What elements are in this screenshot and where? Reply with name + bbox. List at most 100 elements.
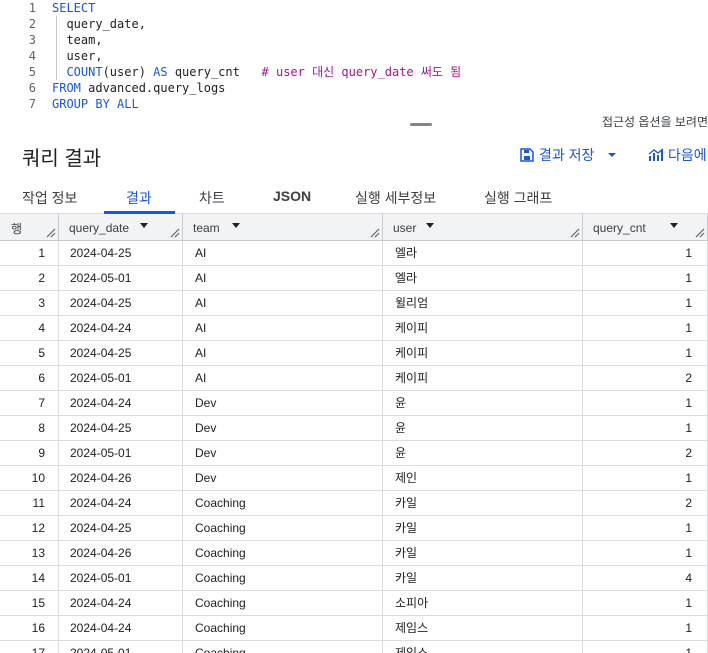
row-number-cell[interactable]: 17 — [0, 641, 59, 653]
table-row[interactable]: 9 2024-05-01 Dev 윤 2 — [0, 441, 708, 466]
team-cell[interactable]: Coaching — [183, 516, 383, 541]
resize-handle-icon[interactable] — [170, 228, 180, 238]
row-number-cell[interactable]: 8 — [0, 416, 59, 441]
resize-handle-icon[interactable] — [370, 228, 380, 238]
table-row[interactable]: 5 2024-04-25 AI 케이피 1 — [0, 341, 708, 366]
row-number-cell[interactable]: 12 — [0, 516, 59, 541]
query-date-cell[interactable]: 2024-05-01 — [59, 441, 183, 466]
query-date-cell[interactable]: 2024-04-25 — [59, 516, 183, 541]
panel-resize-handle[interactable] — [410, 123, 432, 126]
row-number-cell[interactable]: 7 — [0, 391, 59, 416]
query-cnt-cell[interactable]: 1 — [583, 266, 708, 291]
query-date-cell[interactable]: 2024-04-25 — [59, 241, 183, 266]
table-row[interactable]: 6 2024-05-01 AI 케이피 2 — [0, 366, 708, 391]
row-number-cell[interactable]: 6 — [0, 366, 59, 391]
user-cell[interactable]: 제임스 — [383, 641, 583, 653]
user-cell[interactable]: 카일 — [383, 491, 583, 516]
team-cell[interactable]: Coaching — [183, 616, 383, 641]
query-cnt-cell[interactable]: 2 — [583, 491, 708, 516]
user-cell[interactable]: 카일 — [383, 516, 583, 541]
table-row[interactable]: 10 2024-04-26 Dev 제인 1 — [0, 466, 708, 491]
query-cnt-cell[interactable]: 1 — [583, 291, 708, 316]
row-number-cell[interactable]: 5 — [0, 341, 59, 366]
column-header-team[interactable]: team — [183, 214, 383, 241]
query-date-cell[interactable]: 2024-04-25 — [59, 416, 183, 441]
user-cell[interactable]: 케이피 — [383, 341, 583, 366]
save-results-button[interactable]: 결과 저장 — [520, 145, 619, 165]
query-date-cell[interactable]: 2024-05-01 — [59, 566, 183, 591]
query-date-cell[interactable]: 2024-05-01 — [59, 641, 183, 653]
team-cell[interactable]: Dev — [183, 466, 383, 491]
table-row[interactable]: 12 2024-04-25 Coaching 카일 1 — [0, 516, 708, 541]
column-header-user[interactable]: user — [383, 214, 583, 241]
row-number-cell[interactable]: 3 — [0, 291, 59, 316]
team-cell[interactable]: Dev — [183, 391, 383, 416]
user-cell[interactable]: 엘라 — [383, 241, 583, 266]
row-number-cell[interactable]: 14 — [0, 566, 59, 591]
tab-chart[interactable]: 차트 — [199, 188, 225, 208]
tab-execution-graph[interactable]: 실행 그래프 — [484, 188, 552, 208]
table-row[interactable]: 4 2024-04-24 AI 케이피 1 — [0, 316, 708, 341]
user-cell[interactable]: 윌리엄 — [383, 291, 583, 316]
table-row[interactable]: 1 2024-04-25 AI 엘라 1 — [0, 241, 708, 266]
query-cnt-cell[interactable]: 1 — [583, 641, 708, 653]
table-row[interactable]: 8 2024-04-25 Dev 윤 1 — [0, 416, 708, 441]
team-cell[interactable]: AI — [183, 266, 383, 291]
user-cell[interactable]: 윤 — [383, 391, 583, 416]
team-cell[interactable]: AI — [183, 241, 383, 266]
table-row[interactable]: 15 2024-04-24 Coaching 소피아 1 — [0, 591, 708, 616]
table-row[interactable]: 14 2024-05-01 Coaching 카일 4 — [0, 566, 708, 591]
query-date-cell[interactable]: 2024-05-01 — [59, 366, 183, 391]
team-cell[interactable]: Dev — [183, 441, 383, 466]
query-date-cell[interactable]: 2024-05-01 — [59, 266, 183, 291]
row-number-cell[interactable]: 15 — [0, 591, 59, 616]
row-number-cell[interactable]: 1 — [0, 241, 59, 266]
row-number-cell[interactable]: 4 — [0, 316, 59, 341]
table-row[interactable]: 2 2024-05-01 AI 엘라 1 — [0, 266, 708, 291]
query-cnt-cell[interactable]: 1 — [583, 466, 708, 491]
resize-handle-icon[interactable] — [46, 228, 56, 238]
user-cell[interactable]: 소피아 — [383, 591, 583, 616]
query-cnt-cell[interactable]: 1 — [583, 316, 708, 341]
team-cell[interactable]: Dev — [183, 416, 383, 441]
query-date-cell[interactable]: 2024-04-25 — [59, 291, 183, 316]
table-row[interactable]: 3 2024-04-25 AI 윌리엄 1 — [0, 291, 708, 316]
query-date-cell[interactable]: 2024-04-24 — [59, 591, 183, 616]
row-number-cell[interactable]: 10 — [0, 466, 59, 491]
row-number-cell[interactable]: 13 — [0, 541, 59, 566]
sort-arrow-icon[interactable] — [670, 223, 678, 228]
user-cell[interactable]: 케이피 — [383, 316, 583, 341]
table-row[interactable]: 16 2024-04-24 Coaching 제임스 1 — [0, 616, 708, 641]
user-cell[interactable]: 엘라 — [383, 266, 583, 291]
row-number-cell[interactable]: 2 — [0, 266, 59, 291]
query-cnt-cell[interactable]: 1 — [583, 416, 708, 441]
sort-arrow-icon[interactable] — [426, 223, 434, 228]
table-row[interactable]: 13 2024-04-26 Coaching 카일 1 — [0, 541, 708, 566]
user-cell[interactable]: 제인 — [383, 466, 583, 491]
query-cnt-cell[interactable]: 4 — [583, 566, 708, 591]
sql-editor[interactable]: 1 SELECT 2 query_date, 3 team, 4 user, 5 COUN… — [0, 0, 708, 116]
column-header-query-date[interactable]: query_date — [59, 214, 183, 241]
query-date-cell[interactable]: 2024-04-24 — [59, 616, 183, 641]
query-cnt-cell[interactable]: 1 — [583, 241, 708, 266]
sort-arrow-icon[interactable] — [140, 223, 148, 228]
query-cnt-cell[interactable]: 2 — [583, 366, 708, 391]
query-cnt-cell[interactable]: 1 — [583, 516, 708, 541]
tab-execution-details[interactable]: 실행 세부정보 — [355, 188, 436, 208]
team-cell[interactable]: AI — [183, 366, 383, 391]
user-cell[interactable]: 카일 — [383, 566, 583, 591]
row-number-cell[interactable]: 11 — [0, 491, 59, 516]
resize-handle-icon[interactable] — [695, 228, 705, 238]
user-cell[interactable]: 제임스 — [383, 616, 583, 641]
tab-job-info[interactable]: 작업 정보 — [22, 188, 77, 208]
query-cnt-cell[interactable]: 1 — [583, 341, 708, 366]
query-cnt-cell[interactable]: 1 — [583, 591, 708, 616]
query-date-cell[interactable]: 2024-04-26 — [59, 466, 183, 491]
sort-arrow-icon[interactable] — [232, 223, 240, 228]
row-number-cell[interactable]: 9 — [0, 441, 59, 466]
query-cnt-cell[interactable]: 1 — [583, 391, 708, 416]
query-date-cell[interactable]: 2024-04-24 — [59, 391, 183, 416]
table-row[interactable]: 17 2024-05-01 Coaching 제임스 1 — [0, 641, 708, 653]
query-date-cell[interactable]: 2024-04-25 — [59, 341, 183, 366]
column-header-query-cnt[interactable]: query_cnt — [583, 214, 708, 241]
